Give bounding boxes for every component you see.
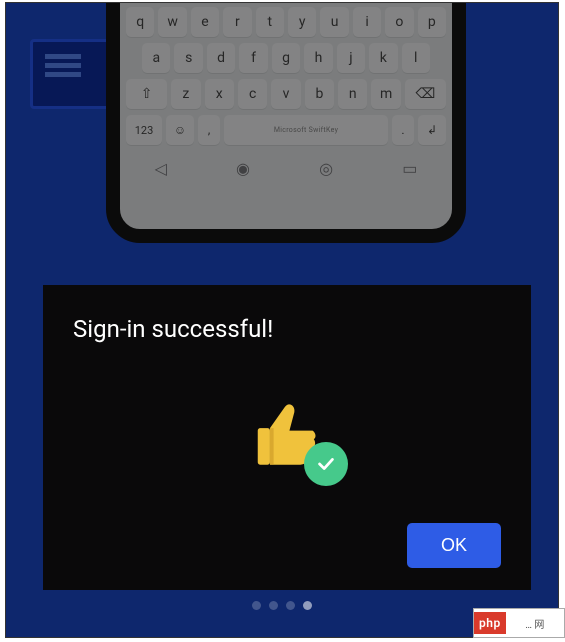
- signin-success-dialog: Sign-in successful! OK: [43, 285, 531, 590]
- dialog-graphic: [73, 343, 501, 523]
- thumbs-up-icon: [248, 394, 326, 472]
- page-dot-3[interactable]: [286, 601, 295, 610]
- page-dot-1[interactable]: [252, 601, 261, 610]
- dialog-title: Sign-in successful!: [73, 315, 501, 343]
- checkmark-badge-icon: [304, 442, 348, 486]
- dialog-button-row: OK: [73, 523, 501, 568]
- page-dot-2[interactable]: [269, 601, 278, 610]
- ok-button[interactable]: OK: [407, 523, 501, 568]
- watermark-brand: php: [474, 612, 506, 634]
- watermark-suffix: … 网: [506, 616, 564, 631]
- app-screen: q w e r t y u i o p a s d f g h j k l: [5, 2, 559, 638]
- watermark-badge: php … 网: [473, 608, 565, 638]
- page-dot-4[interactable]: [303, 601, 312, 610]
